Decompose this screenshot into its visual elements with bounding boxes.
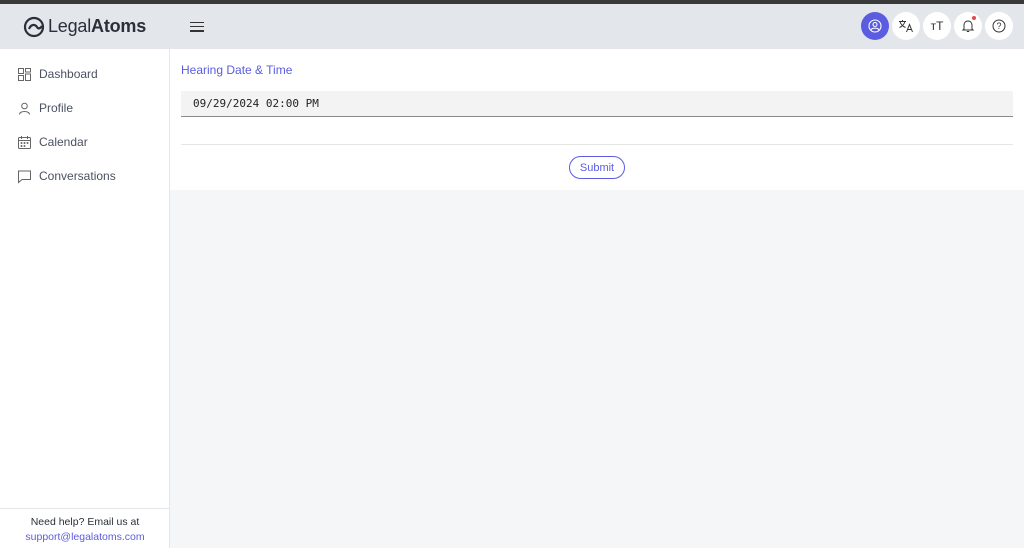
sidebar-item-profile[interactable]: Profile	[0, 91, 169, 125]
account-icon	[868, 19, 882, 33]
sidebar-item-conversations[interactable]: Conversations	[0, 159, 169, 193]
sidebar-nav: Dashboard Profile Calendar Conversations	[0, 49, 169, 193]
text-size-button[interactable]: тT	[923, 12, 951, 40]
sidebar-item-dashboard[interactable]: Dashboard	[0, 57, 169, 91]
user-icon	[19, 102, 30, 115]
submit-button[interactable]: Submit	[569, 156, 625, 179]
hamburger-icon	[190, 21, 204, 23]
translate-icon	[899, 20, 913, 33]
calendar-icon	[18, 135, 31, 149]
sidebar-item-label: Dashboard	[39, 67, 98, 81]
support-email-link[interactable]: support@legalatoms.com	[25, 531, 144, 543]
legalatoms-logo-icon	[23, 16, 45, 37]
translate-button[interactable]	[892, 12, 920, 40]
text-size-icon: тT	[930, 19, 944, 33]
menu-toggle-button[interactable]	[190, 21, 204, 32]
notification-dot	[972, 16, 976, 20]
main-content: Hearing Date & Time Submit	[170, 49, 1024, 190]
sidebar-item-label: Profile	[39, 101, 74, 115]
logo[interactable]: LegalAtoms	[0, 4, 169, 49]
notifications-button[interactable]	[954, 12, 982, 40]
hearing-date-input[interactable]	[181, 91, 1013, 117]
grid-icon	[18, 67, 31, 81]
help-footer: Need help? Email us at support@legalatom…	[0, 508, 170, 548]
chat-icon	[18, 170, 31, 184]
account-button[interactable]	[861, 12, 889, 40]
top-header: тT ?	[170, 4, 1024, 49]
brand-name: LegalAtoms	[48, 16, 147, 36]
header-actions: тT ?	[861, 12, 1013, 40]
form-divider	[181, 144, 1013, 145]
help-text: Need help? Email us at	[30, 516, 140, 528]
help-button[interactable]: ?	[985, 12, 1013, 40]
sidebar: LegalAtoms Dashboard Profile Calendar Co…	[0, 4, 170, 548]
hearing-date-label: Hearing Date & Time	[181, 63, 293, 77]
sidebar-item-label: Conversations	[39, 169, 116, 183]
sidebar-item-calendar[interactable]: Calendar	[0, 125, 169, 159]
help-glyph: ?	[996, 21, 1002, 31]
bell-icon	[962, 20, 974, 32]
sidebar-item-label: Calendar	[39, 135, 88, 149]
